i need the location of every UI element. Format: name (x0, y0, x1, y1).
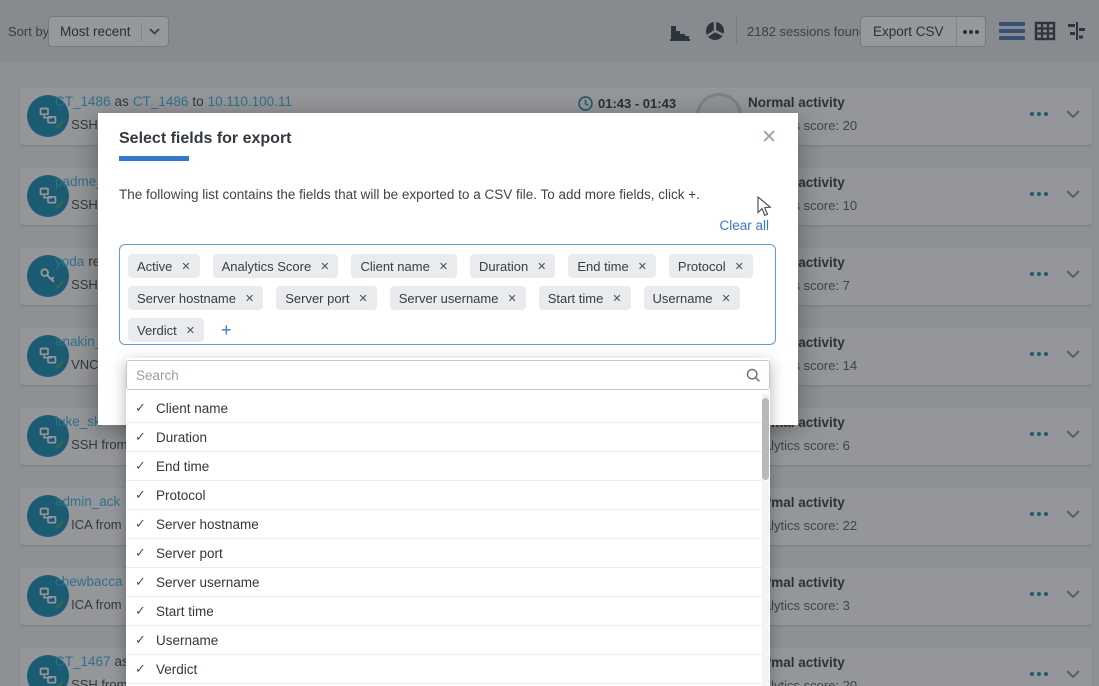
field-option[interactable]: ✓Client name (126, 394, 762, 423)
remove-chip-icon[interactable]: ✕ (638, 260, 647, 273)
check-icon: ✓ (135, 429, 156, 445)
field-option[interactable]: ✓Protocol (126, 481, 762, 510)
field-option[interactable]: ✓Verdict (126, 655, 762, 684)
field-option-list: ✓Client name ✓Duration ✓End time ✓Protoc… (126, 394, 762, 684)
mouse-cursor (757, 196, 773, 218)
selected-fields-box: Active✕ Analytics Score✕ Client name✕ Du… (119, 244, 776, 345)
check-icon: ✓ (135, 487, 156, 503)
field-chip: Protocol✕ (669, 254, 753, 278)
field-chip: Username✕ (644, 286, 740, 310)
field-option[interactable]: ✓Server port (126, 539, 762, 568)
remove-chip-icon[interactable]: ✕ (320, 260, 329, 273)
search-input[interactable] (126, 360, 770, 390)
remove-chip-icon[interactable]: ✕ (735, 260, 744, 273)
check-icon: ✓ (135, 661, 156, 677)
field-chip: Verdict✕ (128, 318, 204, 342)
remove-chip-icon[interactable]: ✕ (439, 260, 448, 273)
field-chip: Client name✕ (351, 254, 457, 278)
field-option[interactable]: ✓Server username (126, 568, 762, 597)
check-icon: ✓ (135, 632, 156, 648)
remove-chip-icon[interactable]: ✕ (537, 260, 546, 273)
field-chip: Server username✕ (390, 286, 526, 310)
field-option[interactable]: ✓Duration (126, 423, 762, 452)
add-field-button[interactable]: + (217, 318, 236, 342)
remove-chip-icon[interactable]: ✕ (507, 292, 516, 305)
field-option[interactable]: ✓Server hostname (126, 510, 762, 539)
dialog-title: Select fields for export (119, 130, 292, 148)
remove-chip-icon[interactable]: ✕ (245, 292, 254, 305)
check-icon: ✓ (135, 458, 156, 474)
check-icon: ✓ (135, 516, 156, 532)
field-options-popup: ✓Client name ✓Duration ✓End time ✓Protoc… (126, 358, 770, 686)
field-chip: Start time✕ (539, 286, 631, 310)
sessions-screen: Sort by Most recent 2182 sessions found … (0, 0, 1099, 686)
field-option[interactable]: ✓End time (126, 452, 762, 481)
field-chip: Duration✕ (470, 254, 555, 278)
remove-chip-icon[interactable]: ✕ (181, 260, 190, 273)
field-chip: End time✕ (568, 254, 656, 278)
remove-chip-icon[interactable]: ✕ (722, 292, 731, 305)
dialog-description: The following list contains the fields t… (119, 187, 749, 202)
check-icon: ✓ (135, 574, 156, 590)
remove-chip-icon[interactable]: ✕ (359, 292, 368, 305)
remove-chip-icon[interactable]: ✕ (186, 324, 195, 337)
scrollbar-thumb[interactable] (762, 398, 769, 480)
field-chip: Server port✕ (276, 286, 377, 310)
search-icon (746, 368, 761, 383)
field-option[interactable]: ✓Username (126, 626, 762, 655)
check-icon: ✓ (135, 603, 156, 619)
check-icon: ✓ (135, 400, 156, 416)
field-option[interactable]: ✓Start time (126, 597, 762, 626)
scrollbar[interactable] (762, 394, 769, 686)
field-chip: Server hostname✕ (128, 286, 263, 310)
field-chip: Active✕ (128, 254, 200, 278)
close-icon[interactable]: ✕ (761, 126, 777, 149)
remove-chip-icon[interactable]: ✕ (612, 292, 621, 305)
check-icon: ✓ (135, 545, 156, 561)
clear-all-link[interactable]: Clear all (719, 218, 769, 233)
field-chip: Analytics Score✕ (213, 254, 339, 278)
title-accent-bar (119, 156, 189, 161)
